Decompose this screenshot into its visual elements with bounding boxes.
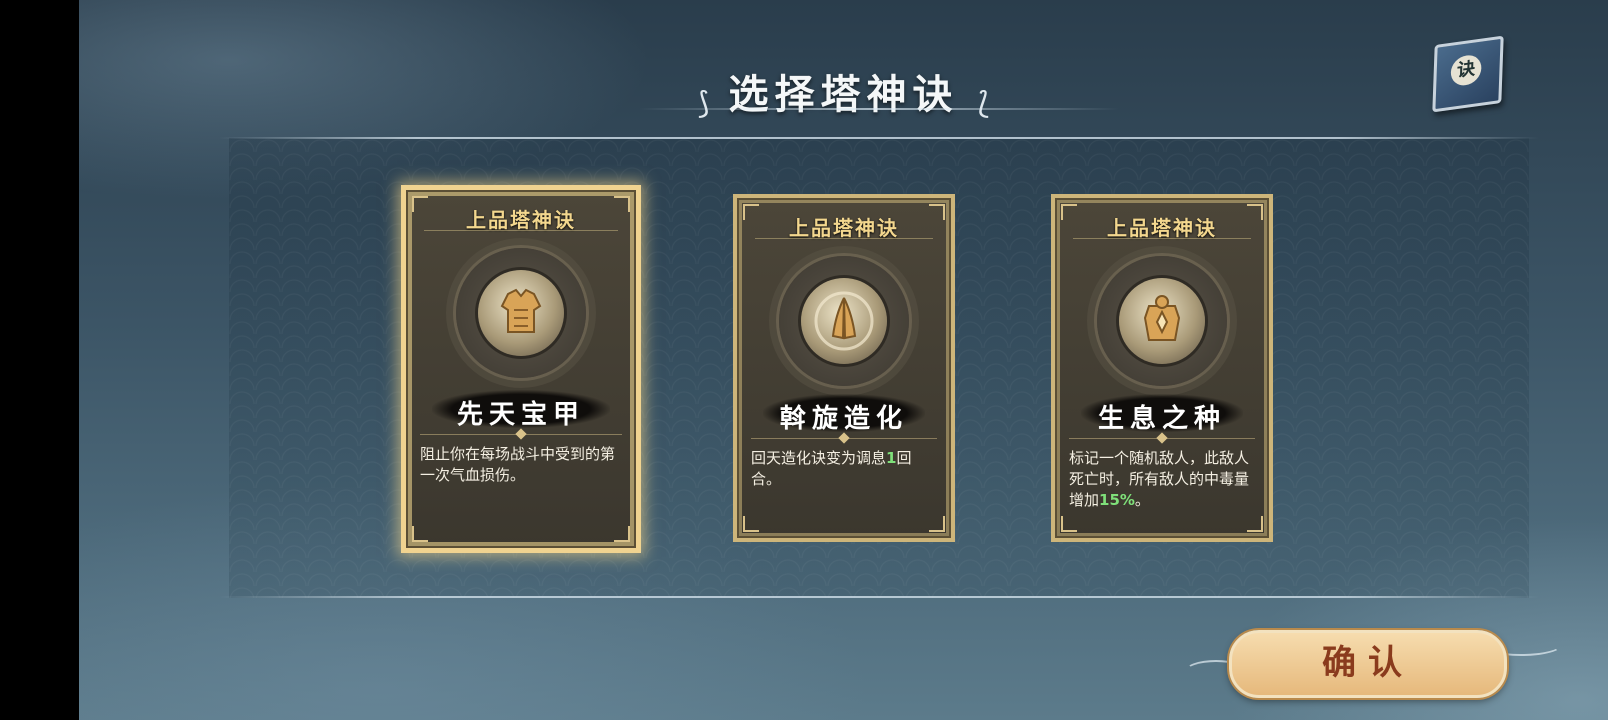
card-description: 标记一个随机敌人，此敌人死亡时，所有敌人的中毒量增加15%。 — [1069, 449, 1250, 509]
technique-card-selected[interactable]: 上品塔神诀 先天宝甲 阻止你在每场战斗中受到的第一次气血损伤。 — [401, 185, 641, 553]
card-description: 阻止你在每场战斗中受到的第一次气血损伤。 — [420, 445, 616, 484]
seed-totem-icon — [1143, 295, 1181, 341]
card-grade: 上品塔神诀 — [466, 208, 576, 232]
title-bar: ⟆ 选择塔神诀 ⟅ — [79, 62, 1608, 121]
card-name: 斡旋造化 — [779, 404, 908, 434]
card-medallion — [779, 256, 909, 386]
armor-icon — [500, 288, 542, 333]
technique-card[interactable]: 上品塔神诀 生息之种 标记一个随机敌人，此敌人死亡时，所有敌人的中毒量增加15%… — [1051, 194, 1273, 542]
card-name: 先天宝甲 — [456, 400, 585, 430]
page-title: 选择塔神诀 — [728, 71, 959, 118]
card-description: 回天造化诀变为调息1回合。 — [751, 449, 912, 488]
card-grade: 上品塔神诀 — [789, 216, 899, 240]
title-left-scroll-icon: ⟆ — [697, 86, 710, 121]
card-name: 生息之种 — [1097, 404, 1226, 434]
card-grade: 上品塔神诀 — [1107, 216, 1217, 240]
card-medallion — [1097, 256, 1227, 386]
title-underline — [639, 108, 1119, 110]
band-top-line — [219, 137, 1539, 139]
confirm-button[interactable]: 确认 — [1229, 630, 1507, 698]
card-medallion — [456, 248, 586, 378]
technique-book-button[interactable]: 诀 — [1432, 35, 1504, 113]
praying-hands-icon — [814, 291, 874, 351]
title-right-scroll-icon: ⟅ — [977, 86, 990, 121]
game-screen: ⟆ 选择塔神诀 ⟅ 诀 上品塔神诀 先天宝甲 阻止你在每场战斗中受到的第一次气血… — [79, 0, 1608, 720]
band-bottom-line — [219, 596, 1539, 598]
technique-card[interactable]: 上品塔神诀 斡旋造化 回天造化诀变为调息1回合。 — [733, 194, 955, 542]
book-label: 诀 — [1450, 53, 1482, 88]
